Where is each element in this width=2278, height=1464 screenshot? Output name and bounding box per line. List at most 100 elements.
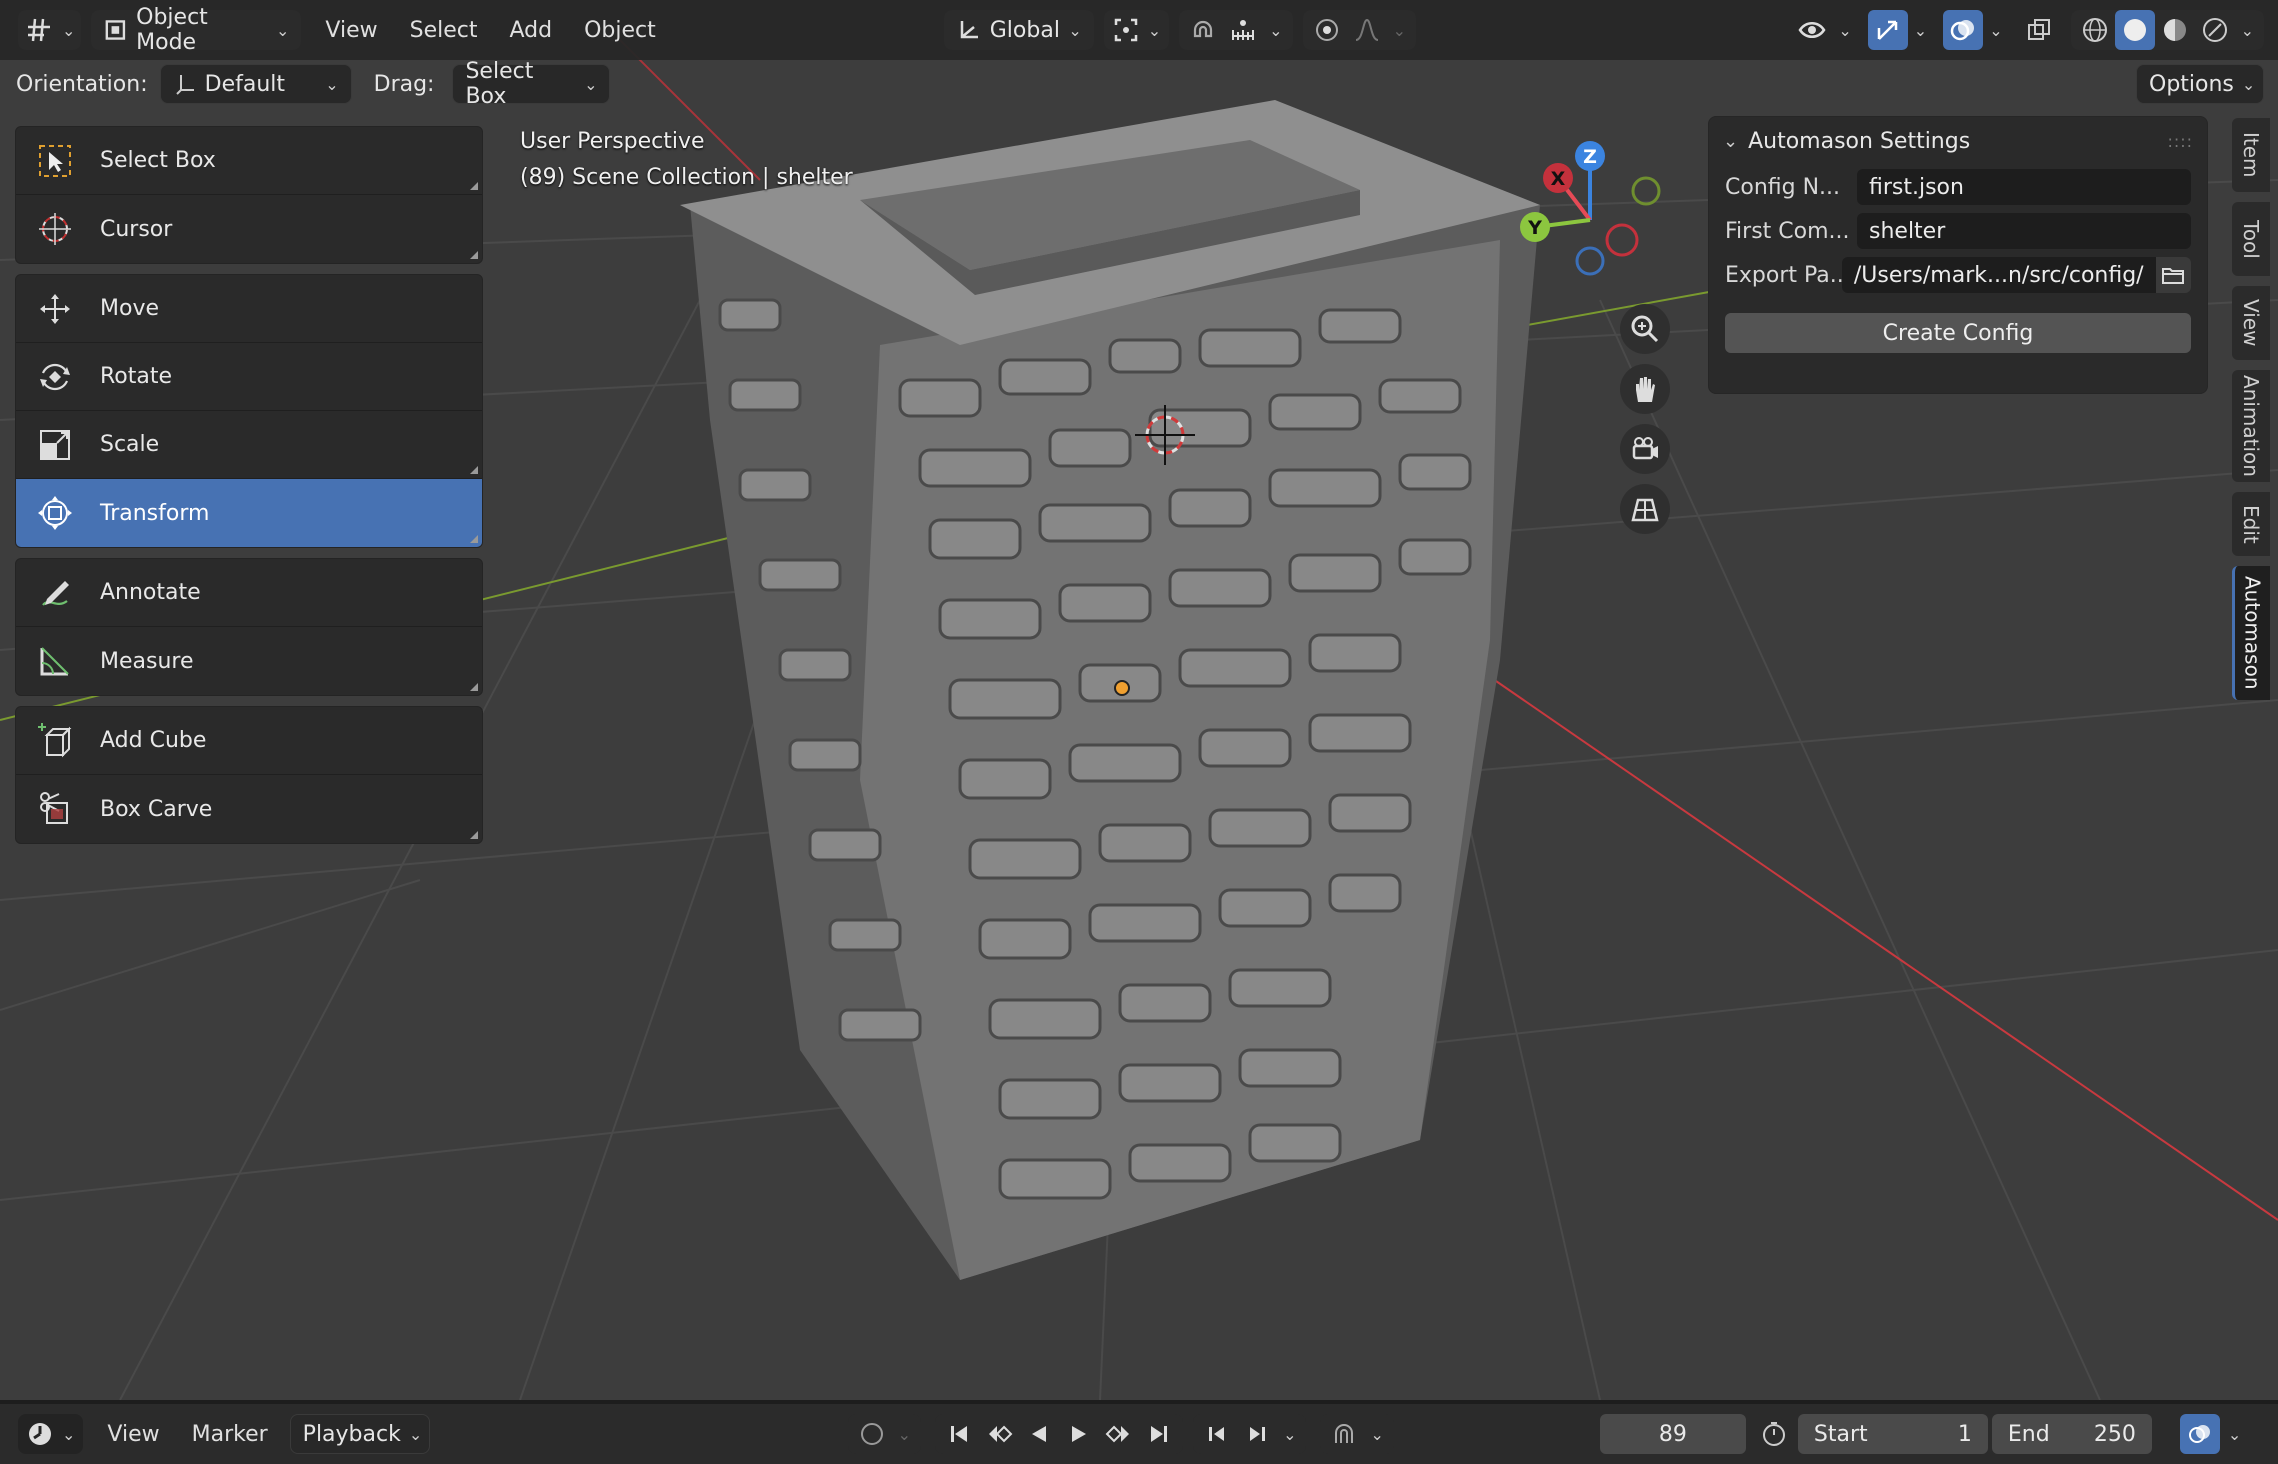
viewport-info: User Perspective (89) Scene Collection |…: [520, 124, 853, 196]
tool-options-corner-icon: [470, 251, 478, 259]
chevron-down-icon[interactable]: ⌄: [1364, 1425, 1389, 1444]
next-keyframe-icon[interactable]: [1099, 1414, 1139, 1454]
chevron-down-icon[interactable]: ⌄: [1277, 1425, 1302, 1444]
camera-view-icon[interactable]: [1620, 424, 1670, 474]
tool-box-carve[interactable]: Box Carve: [16, 775, 482, 843]
create-config-button[interactable]: Create Config: [1725, 313, 2191, 353]
tool-label: Transform: [100, 500, 210, 526]
falloff-curve-icon[interactable]: [1347, 10, 1387, 50]
neg-x-axis-icon[interactable]: [1605, 223, 1639, 257]
timeline-overlay-icon[interactable]: [2179, 1414, 2220, 1454]
overlays-icon[interactable]: [1943, 10, 1984, 50]
sidebar-tab-edit[interactable]: Edit: [2232, 492, 2270, 556]
mode-dropdown[interactable]: Object Mode ⌄: [91, 5, 302, 55]
snap-increment-icon[interactable]: [1223, 10, 1263, 50]
sidebar-tab-animation[interactable]: Animation: [2232, 370, 2270, 482]
first-component-label: First Com...: [1725, 218, 1850, 244]
step-back-icon[interactable]: [1197, 1414, 1237, 1454]
options-dropdown[interactable]: Options ⌄: [2136, 64, 2264, 104]
menu-view[interactable]: View: [309, 10, 393, 50]
timeline-editor-type[interactable]: ⌄: [18, 1414, 84, 1454]
previous-keyframe-icon[interactable]: [979, 1414, 1019, 1454]
tool-measure[interactable]: Measure: [16, 627, 482, 695]
playback-dropdown[interactable]: Playback ⌄: [289, 1414, 430, 1454]
jump-to-end-icon[interactable]: [1139, 1414, 1179, 1454]
stone-tower-mesh[interactable]: [680, 100, 1540, 1280]
config-name-field[interactable]: first.json: [1857, 169, 2191, 205]
tool-select-box[interactable]: Select Box: [16, 127, 482, 195]
tool-label: Cursor: [100, 216, 173, 242]
end-frame-field[interactable]: End 250: [1991, 1414, 2152, 1454]
material-preview-icon[interactable]: [2155, 10, 2195, 50]
drag-dropdown[interactable]: Select Box ⌄: [452, 59, 611, 109]
panel-header[interactable]: ⌄ Automason Settings ::::: [1709, 117, 2207, 165]
jump-to-start-icon[interactable]: [939, 1414, 979, 1454]
step-forward-icon[interactable]: [1237, 1414, 1277, 1454]
stopwatch-icon[interactable]: [1754, 1414, 1794, 1454]
tool-move[interactable]: Move: [16, 275, 482, 343]
tool-scale[interactable]: Scale: [16, 411, 482, 479]
sidebar-tab-item[interactable]: Item: [2232, 118, 2270, 192]
ortho-grid-icon[interactable]: [1620, 484, 1670, 534]
orientation-axes-icon: [175, 75, 194, 95]
transform-orientation-dropdown[interactable]: Global ⌄: [943, 10, 1094, 50]
chevron-down-icon[interactable]: ⌄: [892, 1425, 917, 1444]
start-frame-field[interactable]: Start 1: [1797, 1414, 1988, 1454]
chevron-down-icon[interactable]: ⌄: [1914, 21, 1927, 40]
magnet-snap-icon[interactable]: [1183, 10, 1223, 50]
drag-handle-icon[interactable]: ::::: [2167, 132, 2193, 151]
tool-transform[interactable]: Transform: [16, 479, 482, 547]
chevron-down-icon[interactable]: ⌄: [1723, 131, 1738, 152]
chevron-down-icon[interactable]: ⌄: [2228, 1425, 2241, 1444]
chevron-down-icon[interactable]: ⌄: [1263, 21, 1288, 40]
wireframe-shading-icon[interactable]: [2075, 10, 2115, 50]
orientation-dropdown[interactable]: Default ⌄: [159, 64, 352, 104]
sidebar-tab-automason[interactable]: Automason: [2232, 566, 2270, 700]
chevron-down-icon[interactable]: ⌄: [1989, 21, 2002, 40]
tool-rotate[interactable]: Rotate: [16, 343, 482, 411]
neg-y-axis-icon[interactable]: [1631, 176, 1661, 206]
pan-hand-icon[interactable]: [1620, 364, 1670, 414]
xray-toggle-icon[interactable]: [2019, 10, 2059, 50]
sidebar-tab-view[interactable]: View: [2232, 286, 2270, 360]
export-path-field[interactable]: /Users/mark...n/src/config/: [1841, 257, 2156, 293]
timeline-header: ⌄ View Marker Playback ⌄ ⌄ ⌄ ⌄ 89 Start …: [0, 1404, 2278, 1464]
solid-shading-icon[interactable]: [2114, 10, 2155, 50]
viewport-display-controls: ⌄ ⌄ ⌄ ⌄: [1792, 10, 2264, 50]
current-frame-field[interactable]: 89: [1599, 1414, 1746, 1454]
rendered-shading-icon[interactable]: [2195, 10, 2235, 50]
chevron-down-icon[interactable]: ⌄: [2235, 21, 2260, 40]
navigation-gizmo[interactable]: Z X Y: [1500, 130, 1700, 290]
chevron-down-icon[interactable]: ⌄: [1838, 21, 1851, 40]
export-path-row: Export Pa... /Users/mark...n/src/config/: [1709, 253, 2207, 297]
zoom-icon[interactable]: [1620, 304, 1670, 354]
show-gizmo-icon[interactable]: [1867, 10, 1908, 50]
folder-icon[interactable]: [2155, 257, 2191, 293]
tool-annotate[interactable]: Annotate: [16, 559, 482, 627]
menu-select[interactable]: Select: [394, 10, 494, 50]
keying-magnet-icon[interactable]: [1324, 1414, 1364, 1454]
play-icon[interactable]: [1059, 1414, 1099, 1454]
play-reverse-icon[interactable]: [1019, 1414, 1059, 1454]
chevron-down-icon[interactable]: ⌄: [1387, 21, 1412, 40]
config-name-row: Config N... first.json: [1709, 165, 2207, 209]
first-component-field[interactable]: shelter: [1857, 213, 2191, 249]
neg-z-axis-icon[interactable]: [1575, 246, 1605, 276]
tool-shelf: Select Box Cursor Move Rotate Scale Transform…: [15, 126, 483, 854]
menu-object[interactable]: Object: [568, 10, 672, 50]
timeline-menu-view[interactable]: View: [91, 1414, 175, 1454]
sidebar-tab-tool[interactable]: Tool: [2232, 202, 2270, 276]
tool-add-cube[interactable]: Add Cube: [16, 707, 482, 775]
visibility-eye-icon[interactable]: [1792, 10, 1832, 50]
editor-type-menu[interactable]: ⌄: [18, 10, 82, 50]
menu-add[interactable]: Add: [494, 10, 569, 50]
pivot-point-dropdown[interactable]: ⌄: [1103, 10, 1170, 50]
record-icon[interactable]: [852, 1414, 892, 1454]
timeline-menu-marker[interactable]: Marker: [176, 1414, 284, 1454]
tool-cursor[interactable]: Cursor: [16, 195, 482, 263]
proportional-edit-icon[interactable]: [1307, 10, 1347, 50]
export-path-label: Export Pa...: [1725, 262, 1842, 288]
object-mode-icon: [106, 20, 126, 40]
chevron-down-icon: ⌄: [325, 74, 339, 94]
tool-group: Add Cube Box Carve: [15, 706, 483, 844]
